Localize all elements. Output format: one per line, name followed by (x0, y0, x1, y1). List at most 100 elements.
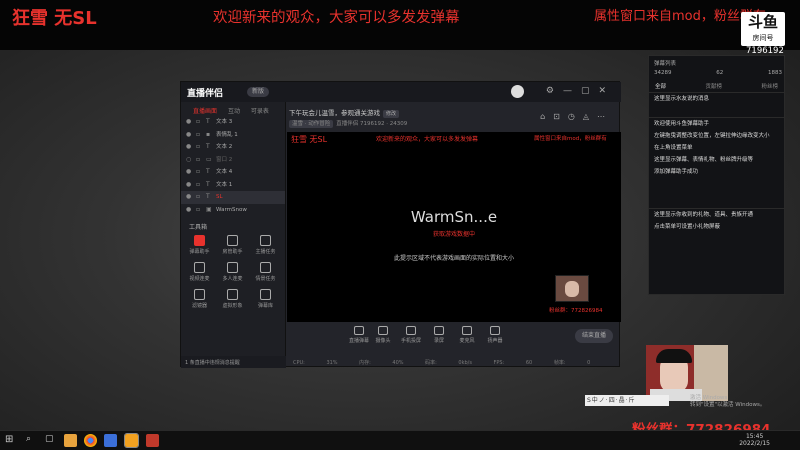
layer-item[interactable]: ● ▫ ▣ WarmSnow (181, 204, 285, 217)
layer-item[interactable]: ● ▫ T 文本 4 (181, 166, 285, 179)
danmu-icon (354, 326, 364, 335)
edit-topic-button[interactable]: 修改 (383, 110, 400, 118)
chat-message: 这里显示水友说的消息 (654, 96, 710, 102)
search-icon[interactable]: ⌕ (26, 434, 39, 447)
preview-webcam[interactable] (555, 275, 589, 302)
eye-icon[interactable]: ● (186, 129, 192, 142)
chat-message: 点击菜单可设置小礼物屏蔽 (654, 224, 721, 230)
game-icon: ▣ (206, 205, 212, 213)
danmu-title: 弹幕列表 (654, 61, 677, 67)
streaming-app-taskbar-icon[interactable] (124, 433, 139, 448)
task-view-icon[interactable]: ▢ (45, 434, 58, 447)
eye-icon[interactable]: ● (186, 166, 192, 179)
source-toolbar: 直播弹幕 摄像头 手机投屏 录屏 麦克风 扬声器 结束直播 (287, 326, 621, 354)
hair (656, 349, 692, 363)
tab-interact[interactable]: 互动 (228, 108, 240, 115)
eye-icon[interactable]: ● (186, 141, 192, 154)
lock-icon[interactable]: ▫ (196, 116, 202, 129)
tab-all[interactable]: 全部 (655, 82, 666, 90)
phone-cast-button[interactable]: 手机投屏 (397, 326, 425, 344)
text-icon: T (206, 143, 210, 150)
layer-item[interactable]: ○ ▫ ▭ 窗口 2 (181, 154, 285, 167)
tab-contrib[interactable]: 贡献榜 (705, 82, 722, 90)
clock[interactable]: 15:45 2022/2/15 (739, 433, 770, 447)
tool-room-admin[interactable]: 房管助手 (216, 235, 249, 255)
tool-video-link[interactable]: 视频连麦 (183, 262, 216, 282)
layer-item[interactable]: ● ▫ T 文本 3 (181, 116, 285, 129)
eye-icon[interactable]: ● (186, 204, 192, 217)
file-explorer-icon[interactable] (64, 434, 77, 447)
follow-count: 1883 (768, 70, 782, 76)
tool-scene-task[interactable]: 情景任务 (249, 262, 282, 282)
text-icon: T (206, 193, 210, 200)
end-live-button[interactable]: 结束直播 (575, 329, 613, 343)
phone-icon (406, 326, 416, 335)
category-tag[interactable]: 温雪 · 动作冒险 (289, 120, 334, 128)
tool-danmu-lib[interactable]: 弹幕库 (249, 289, 282, 309)
version-badge[interactable]: 新版 (247, 87, 269, 97)
tab-fans[interactable]: 粉丝榜 (761, 82, 778, 90)
stream-topic: 下午玩会儿温雪，参观通关游戏 修改 (289, 107, 400, 118)
lock-icon[interactable]: ▫ (196, 166, 202, 179)
scene-icon (260, 262, 271, 273)
eye-icon[interactable]: ○ (186, 154, 192, 167)
lock-icon[interactable]: ▫ (196, 129, 202, 142)
window-controls[interactable]: ⚙—▢✕ (546, 86, 615, 96)
eye-icon[interactable]: ● (186, 116, 192, 129)
danmu-tabs: 全部 贡献榜 粉丝榜 (649, 80, 784, 93)
speaker-icon (490, 326, 500, 335)
layer-item[interactable]: ● ▫ ▪ 表情乱 1 (181, 129, 285, 142)
avatar-icon (227, 289, 238, 300)
activate-sub: 转到"设置"以激活 Windows。 (690, 402, 766, 408)
record-icon (434, 326, 444, 335)
user-avatar[interactable] (511, 85, 524, 98)
chrome-icon[interactable] (84, 434, 97, 447)
main-panel: 下午玩会儿温雪，参观通关游戏 修改 温雪 · 动作冒险 直播伴侣 7196192 ·… (287, 102, 621, 368)
chat-message: 添加弹幕助手成功 (654, 169, 699, 175)
layer-item-selected[interactable]: ● ▫ T SL (181, 191, 285, 204)
layer-item[interactable]: ● ▫ T 文本 1 (181, 179, 285, 192)
lock-icon[interactable]: ▫ (196, 191, 202, 204)
lock-icon[interactable]: ▫ (196, 204, 202, 217)
tab-table[interactable]: 可录表 (251, 108, 269, 115)
camera-icon (378, 326, 388, 335)
side-tabs: 直播画面 互动 可录表 (181, 102, 285, 116)
tool-danmu-helper[interactable]: 弹幕助手 (183, 235, 216, 255)
lock-icon[interactable]: ▫ (196, 154, 202, 167)
viewers-count: 34289 (654, 70, 672, 76)
microphone-button[interactable]: 麦克风 (453, 326, 481, 344)
stream-preview[interactable]: 狂雪 无SL 欢迎新来的观众，大家可以多发发弹幕 属性窗口来自mod，粉丝群有 … (287, 132, 621, 322)
windows-start-icon[interactable]: ⊞ (5, 434, 18, 447)
text-icon: T (206, 180, 210, 188)
app-logo: 直播伴侣 (187, 89, 224, 99)
camera-button[interactable]: 摄像头 (369, 326, 397, 344)
video-icon (194, 262, 205, 273)
layer-item[interactable]: ● ▫ T 文本 2 (181, 141, 285, 154)
speaker-button[interactable]: 扬声器 (481, 326, 509, 344)
record-button[interactable]: 录屏 (425, 326, 453, 344)
library-icon (260, 289, 271, 300)
preview-hint: 此提示区域不代表游戏画面的实际位置和大小 (393, 255, 514, 262)
window-icon: ▭ (206, 155, 212, 163)
app-titlebar: 直播伴侣 新版 ⚙—▢✕ (181, 82, 621, 102)
tool-multi-link[interactable]: 多人连麦 (216, 262, 249, 282)
multi-icon (227, 262, 238, 273)
header-icons[interactable]: ⌂⊡◷◬⋯ (540, 112, 613, 121)
app-icon[interactable] (104, 434, 117, 447)
eye-icon[interactable]: ● (186, 191, 192, 204)
game-icon[interactable] (146, 434, 159, 447)
violation-notice[interactable]: 1 条直播中违规消息提醒 (181, 356, 286, 368)
lock-icon[interactable]: ▫ (196, 141, 202, 154)
lock-icon[interactable]: ▫ (196, 179, 202, 192)
tool-avatar[interactable]: 虚拟形象 (216, 289, 249, 309)
eye-icon[interactable]: ● (186, 179, 192, 192)
tool-tasks[interactable]: 主播任务 (249, 235, 282, 255)
welcome-banner: 欢迎新来的观众，大家可以多发发弹幕 (213, 10, 460, 26)
chat-message: 这里显示弹幕、表情礼物、粉丝牌升级等 (654, 157, 754, 163)
chat-message: 这里显示你收到的礼物、道具、贵族开通 (654, 212, 754, 218)
tab-scene[interactable]: 直播画面 (193, 108, 217, 115)
tool-filter[interactable]: 滤镜器 (183, 289, 216, 309)
ime-toolbar[interactable]: S中ノ·四·晶·斤 (585, 395, 669, 406)
danmu-icon (194, 235, 205, 246)
task-icon (260, 235, 271, 246)
